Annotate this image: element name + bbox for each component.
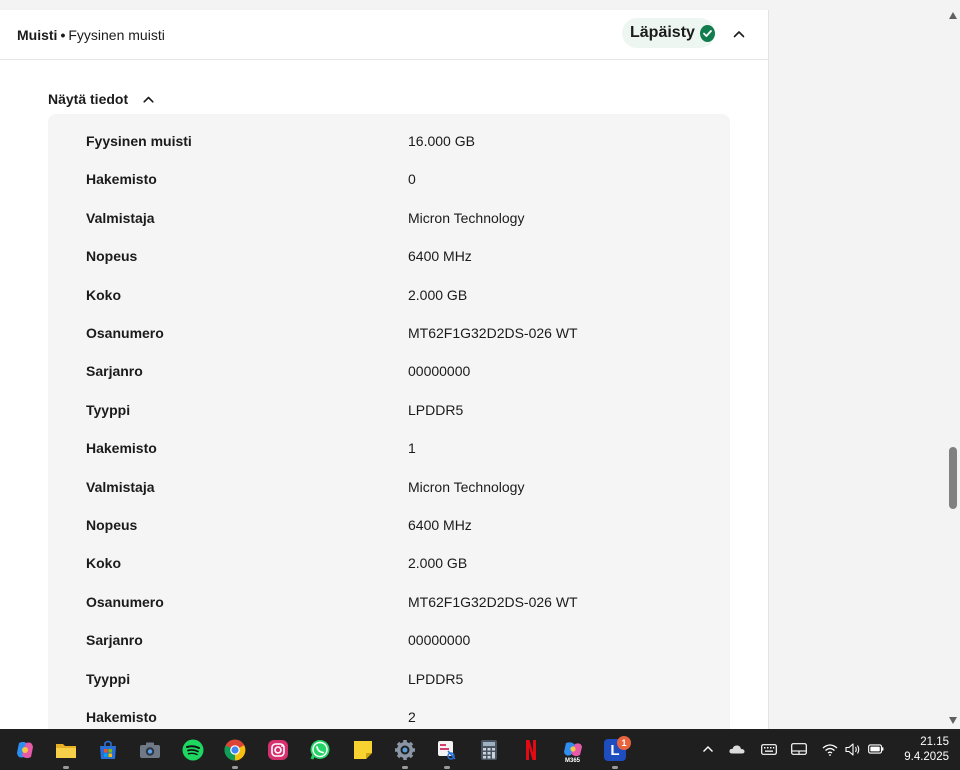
memory-card: Muisti • Fyysinen muisti Läpäisty Näytä ti…	[0, 10, 769, 729]
detail-row: Fyysinen muisti 16.000 GB	[48, 122, 730, 160]
settings-icon[interactable]	[394, 739, 416, 761]
whatsapp-icon[interactable]	[309, 739, 331, 761]
running-indicator	[63, 766, 69, 769]
instagram-icon[interactable]	[267, 739, 289, 761]
detail-row: Tyyppi LPDDR5	[48, 660, 730, 698]
detail-value: MT62F1G32D2DS-026 WT	[408, 325, 578, 341]
clock-time: 21.15	[920, 736, 949, 748]
detail-key: Hakemisto	[86, 171, 157, 188]
detail-key: Tyyppi	[86, 670, 131, 687]
detail-row: Nopeus 6400 MHz	[48, 237, 730, 275]
detail-value: 2.000 GB	[408, 555, 468, 572]
detail-key: Hakemisto	[86, 709, 157, 725]
details-panel: Fyysinen muisti 16.000 GB Hakemisto 0 Valm…	[48, 114, 730, 729]
detail-value: 16.000 GB	[408, 133, 475, 149]
detail-row: Koko 2.000 GB	[48, 544, 730, 582]
scroll-up-arrow-icon[interactable]	[949, 12, 957, 19]
detail-key: Fyysinen muisti	[86, 133, 192, 149]
detail-row: Osanumero MT62F1G32D2DS-026 WT	[48, 314, 730, 352]
running-indicator	[402, 766, 408, 769]
detail-value: LPDDR5	[408, 670, 464, 687]
running-indicator	[612, 766, 618, 769]
detail-value: 0	[408, 171, 416, 188]
m365-label: M365	[565, 758, 581, 764]
volume-icon[interactable]	[845, 742, 861, 756]
clock-date: 9.4.2025	[904, 751, 949, 763]
detail-row: Valmistaja Micron Technology	[48, 199, 730, 237]
detail-key: Koko	[86, 286, 121, 303]
detail-row: Sarjanro 00000000	[48, 352, 730, 390]
wifi-icon[interactable]	[822, 742, 838, 756]
snipping-tool-icon[interactable]	[436, 739, 458, 761]
detail-row: Koko 2.000 GB	[48, 276, 730, 314]
detail-row: Hakemisto 2	[48, 698, 730, 729]
detail-row: Hakemisto 0	[48, 160, 730, 198]
detail-row: Osanumero MT62F1G32D2DS-026 WT	[48, 583, 730, 621]
taskbar: M365 L 21.15 9.4.2025	[0, 729, 960, 770]
collapse-button[interactable]	[726, 22, 752, 46]
show-details-toggle[interactable]: Näytä tiedot	[48, 79, 154, 119]
camera-icon[interactable]	[139, 739, 161, 761]
show-details-label: Näytä tiedot	[48, 91, 129, 107]
detail-key: Sarjanro	[86, 632, 143, 649]
status-label: Läpäisty	[630, 24, 695, 41]
detail-value: 6400 MHz	[408, 248, 472, 265]
detail-value: Micron Technology	[408, 478, 525, 495]
chevron-up-icon	[733, 31, 745, 38]
chevron-up-icon	[143, 96, 154, 103]
notification-badge: 1	[617, 736, 631, 750]
detail-row: Valmistaja Micron Technology	[48, 468, 730, 506]
detail-key: Osanumero	[86, 325, 164, 341]
detail-value: 2	[408, 709, 416, 725]
card-header[interactable]: Muisti • Fyysinen muisti Läpäisty	[0, 10, 768, 60]
spotify-icon[interactable]	[182, 739, 204, 761]
detail-key: Osanumero	[86, 593, 164, 610]
detail-value: 00000000	[408, 363, 471, 380]
status-badge: Läpäisty	[622, 18, 715, 48]
detail-key: Nopeus	[86, 517, 138, 533]
breadcrumb-category: Muisti	[17, 27, 58, 43]
calculator-icon[interactable]	[478, 739, 500, 761]
running-indicator	[444, 766, 450, 769]
detail-value: 1	[408, 440, 416, 457]
detail-key: Tyyppi	[86, 401, 131, 418]
check-icon	[699, 24, 715, 42]
onedrive-icon[interactable]	[729, 742, 745, 756]
detail-value: MT62F1G32D2DS-026 WT	[408, 593, 578, 610]
detail-value: 2.000 GB	[408, 286, 468, 303]
detail-key: Hakemisto	[86, 440, 157, 457]
breadcrumb: Muisti • Fyysinen muisti	[17, 27, 165, 43]
detail-value: Micron Technology	[408, 209, 525, 226]
vertical-scrollbar[interactable]	[946, 0, 960, 729]
detail-value: 6400 MHz	[408, 517, 472, 533]
detail-row: Nopeus 6400 MHz	[48, 506, 730, 544]
clock[interactable]: 21.15 9.4.2025	[893, 735, 949, 765]
detail-row: Hakemisto 1	[48, 429, 730, 467]
netflix-icon[interactable]	[520, 739, 542, 761]
copilot-icon[interactable]	[14, 739, 36, 761]
file-explorer-icon[interactable]	[55, 739, 77, 761]
detail-key: Sarjanro	[86, 363, 143, 380]
sticky-notes-icon[interactable]	[352, 739, 374, 761]
chrome-icon[interactable]	[224, 739, 246, 761]
running-indicator	[232, 766, 238, 769]
battery-icon[interactable]	[868, 742, 884, 756]
detail-key: Valmistaja	[86, 478, 155, 495]
scroll-down-arrow-icon[interactable]	[949, 717, 957, 724]
detail-key: Valmistaja	[86, 209, 155, 226]
touchpad-icon[interactable]	[791, 742, 807, 756]
breadcrumb-separator: •	[60, 27, 66, 43]
detail-row: Sarjanro 00000000	[48, 621, 730, 659]
microsoft-store-icon[interactable]	[97, 739, 119, 761]
scrollbar-thumb[interactable]	[949, 447, 957, 509]
detail-key: Nopeus	[86, 248, 138, 265]
detail-value: 00000000	[408, 632, 471, 649]
breadcrumb-item: Fyysinen muisti	[68, 27, 165, 43]
keyboard-icon[interactable]	[761, 742, 777, 756]
show-hidden-icons-chevron-icon[interactable]	[700, 742, 716, 756]
detail-row: Tyyppi LPDDR5	[48, 391, 730, 429]
detail-key: Koko	[86, 555, 121, 572]
detail-value: LPDDR5	[408, 401, 464, 418]
